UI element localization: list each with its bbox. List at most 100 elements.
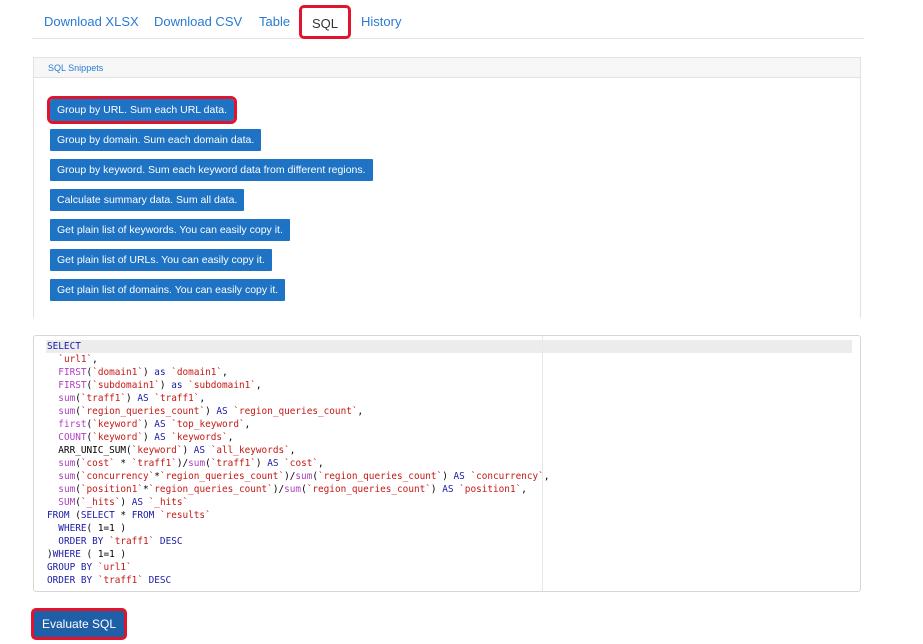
code-token: )	[143, 432, 155, 443]
code-line: sum(`traff1`) AS `traff1`,	[47, 392, 549, 405]
code-token: `region_queries_count`	[233, 406, 358, 417]
code-token: SELECT	[80, 510, 115, 521]
sql-code[interactable]: SELECT `url1`, FIRST(`domain1`) as `doma…	[47, 340, 549, 587]
code-token: `traff1`	[154, 393, 200, 404]
code-token: `top_keyword`	[171, 419, 245, 430]
code-token: )	[159, 380, 172, 391]
code-token: (	[69, 510, 81, 521]
code-token: *	[114, 510, 132, 521]
code-token: sum	[58, 484, 76, 495]
snippet-summary-button[interactable]: Calculate summary data. Sum all data.	[50, 189, 245, 211]
code-token: ORDER BY	[58, 536, 104, 547]
code-line: SUM(`_hits`) AS `_hits`	[47, 496, 549, 509]
code-token: )/	[272, 484, 285, 495]
code-token: `results`	[159, 510, 211, 521]
tab-history[interactable]: History	[349, 6, 413, 38]
code-token: `domain1`	[171, 367, 223, 378]
code-token: `traff1`	[109, 536, 155, 547]
code-line: FROM (SELECT * FROM `results`	[47, 509, 549, 522]
code-token: WHERE	[58, 523, 87, 534]
tab-download-csv[interactable]: Download CSV	[142, 6, 254, 38]
code-token: as	[154, 367, 166, 378]
code-token: ,	[255, 380, 262, 391]
code-token: `keywords`	[171, 432, 228, 443]
code-token: sum	[58, 393, 76, 404]
code-line: COUNT(`keyword`) AS `keywords`,	[47, 431, 549, 444]
code-token: `traff1`	[131, 458, 177, 469]
code-token: COUNT	[58, 432, 87, 443]
code-token: AS	[442, 484, 454, 495]
code-token: ,	[92, 354, 98, 365]
code-token: )	[430, 484, 443, 495]
code-token: AS	[453, 471, 465, 482]
code-token: ,	[357, 406, 364, 417]
code-token: FROM	[47, 510, 70, 521]
panel-title: SQL Snippets	[34, 58, 860, 78]
code-token: ,	[244, 419, 251, 430]
code-token: sum	[58, 458, 76, 469]
code-token: `all_keywords`	[210, 445, 290, 456]
code-token: `subdomain1`	[92, 380, 160, 391]
sql-editor[interactable]: SELECT `url1`, FIRST(`domain1`) as `doma…	[33, 335, 861, 592]
code-line: first(`keyword`) AS `top_keyword`,	[47, 418, 549, 431]
code-token: ,	[227, 432, 234, 443]
snippet-keywords-list-button[interactable]: Get plain list of keywords. You can easi…	[50, 219, 290, 241]
code-token: ,	[543, 471, 550, 482]
snippet-group-by-domain-button[interactable]: Group by domain. Sum each domain data.	[50, 129, 262, 151]
tab-download-xlsx[interactable]: Download XLSX	[32, 6, 151, 38]
code-token: `traff1`	[97, 575, 143, 586]
code-token: )/	[176, 458, 189, 469]
code-line: sum(`concurrency`*`region_queries_count`…	[47, 470, 549, 483]
code-token: `cost`	[284, 458, 319, 469]
code-token: )	[255, 458, 268, 469]
code-token: AS	[154, 419, 166, 430]
code-token: ,	[199, 393, 206, 404]
snippet-group-by-keyword-button[interactable]: Group by keyword. Sum each keyword data …	[50, 159, 373, 181]
code-line: SELECT	[47, 340, 549, 353]
code-line: ORDER BY `traff1` DESC	[47, 535, 549, 548]
code-token: `url1`	[58, 354, 93, 365]
code-token: `keyword`	[131, 445, 183, 456]
code-token: )	[182, 445, 194, 456]
result-tabs: Download XLSX Download CSV Table SQL His…	[32, 0, 864, 39]
code-token: )	[143, 419, 155, 430]
code-token: ( 1=1 )	[80, 549, 127, 560]
snippet-urls-list-button[interactable]: Get plain list of URLs. You can easily c…	[50, 249, 272, 271]
code-token: )/	[284, 471, 296, 482]
code-token: sum	[295, 471, 313, 482]
code-token: GROUP BY	[47, 562, 93, 573]
code-token: DESC	[148, 575, 172, 586]
code-token: `concurrency`	[80, 471, 155, 482]
code-token: `traff1`	[80, 393, 127, 404]
code-line: FIRST(`subdomain1`) as `subdomain1`,	[47, 379, 549, 392]
code-token: `_hits`	[148, 497, 189, 508]
code-line: ARR_UNIC_SUM(`keyword`) AS `all_keywords…	[47, 444, 549, 457]
snippet-domains-list-button[interactable]: Get plain list of domains. You can easil…	[50, 279, 286, 301]
code-line: sum(`region_queries_count`) AS `region_q…	[47, 405, 549, 418]
tab-sql[interactable]: SQL	[299, 5, 352, 39]
code-token: `cost`	[80, 458, 115, 469]
code-token: sum	[58, 471, 76, 482]
code-token: *	[114, 458, 132, 469]
code-token: `keyword`	[92, 432, 143, 443]
snippet-group-by-url-button[interactable]: Group by URL. Sum each URL data.	[46, 96, 238, 124]
code-line: `url1`,	[47, 353, 549, 366]
evaluate-sql-button[interactable]: Evaluate SQL	[31, 608, 128, 640]
tab-table[interactable]: Table	[247, 6, 302, 38]
code-token: ORDER BY	[47, 575, 93, 586]
code-token: )	[126, 393, 138, 404]
code-token: )	[205, 406, 217, 417]
code-token: `url1`	[97, 562, 132, 573]
code-token: `position1`	[80, 484, 143, 495]
code-token: ARR_UNIC_SUM(	[47, 445, 132, 456]
code-token: `region_queries_count`	[159, 471, 285, 482]
code-token: AS	[131, 497, 143, 508]
code-line: )WHERE ( 1=1 )	[47, 548, 549, 561]
